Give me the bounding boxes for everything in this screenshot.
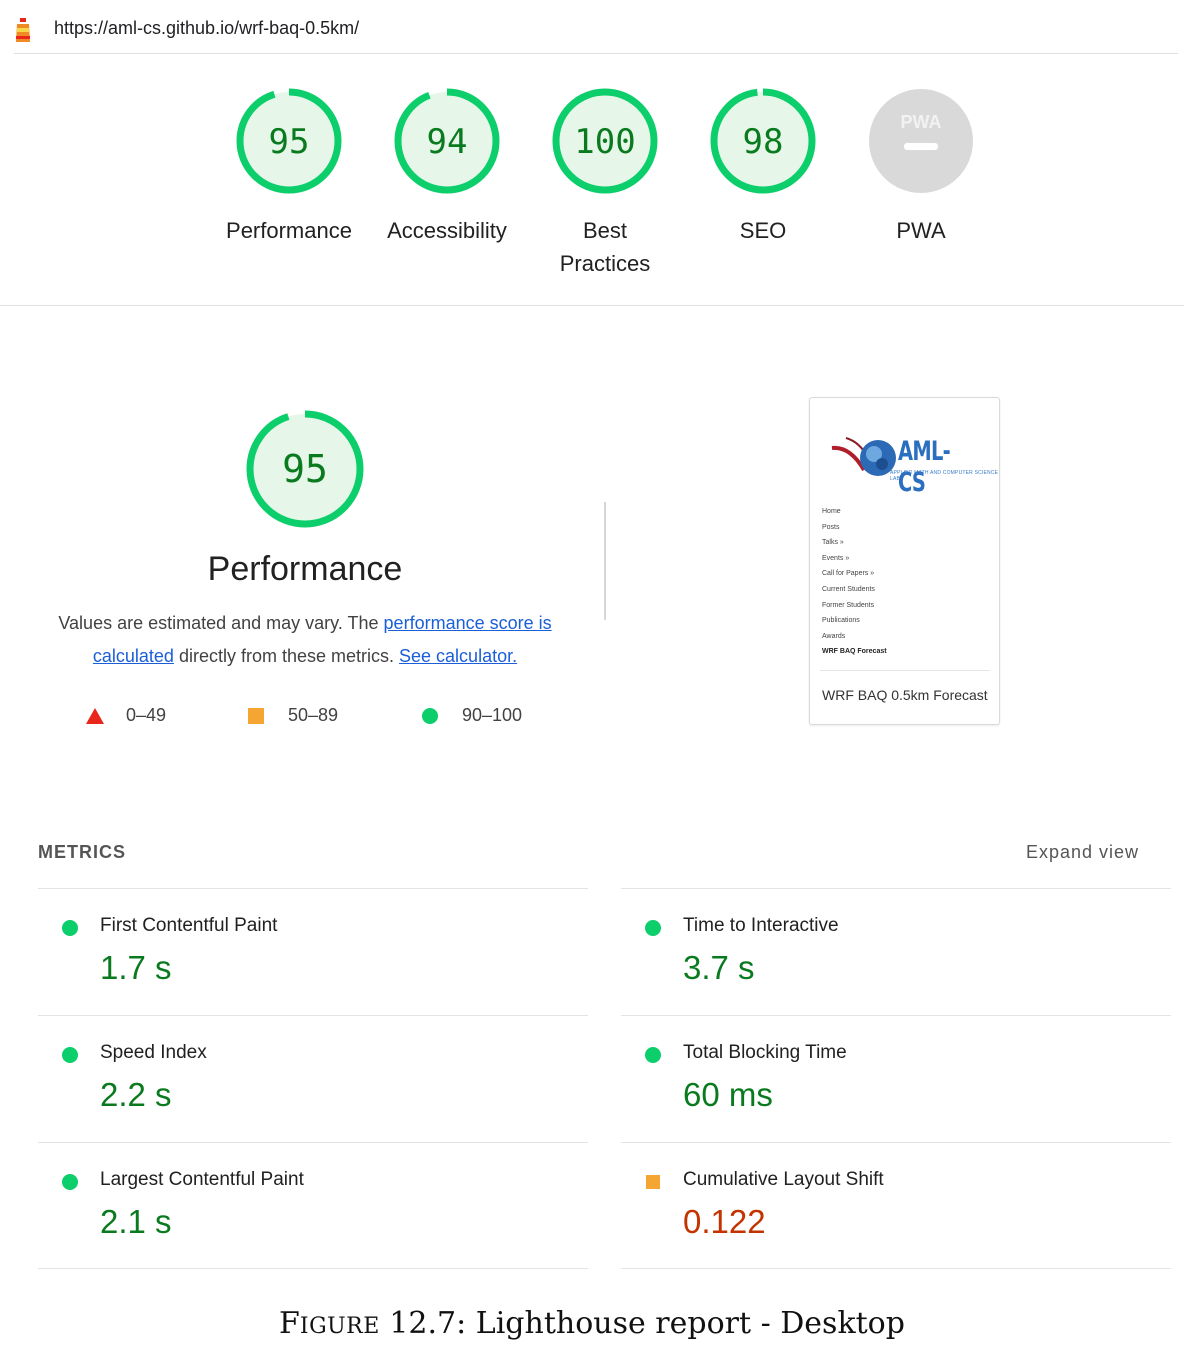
gauge-performance[interactable]: 95 Performance — [209, 86, 369, 247]
figure-caption: FIGURE 12.7: Lighthouse report - Desktop — [0, 1306, 1184, 1341]
thumb-nav-item: Call for Papers » — [822, 570, 875, 578]
gauge-label: Best Practices — [559, 218, 651, 276]
metric-lcp: Largest Contentful Paint 2.1 s — [38, 1142, 588, 1269]
metric-label: Largest Contentful Paint — [100, 1169, 304, 1190]
metric-label: Time to Interactive — [683, 915, 839, 936]
metric-fcp: First Contentful Paint 1.7 s — [38, 888, 588, 1015]
gauge-score: 95 — [269, 122, 310, 162]
performance-section: 95 Performance Values are estimated and … — [0, 390, 1184, 740]
gauge-score: 98 — [743, 122, 784, 162]
thumb-heading: WRF BAQ 0.5km Forecast — [822, 687, 988, 703]
legend-pass: 90–100 — [422, 705, 522, 726]
thumb-nav-item: Current Students — [822, 585, 875, 593]
triangle-icon — [86, 708, 104, 724]
legend-average: 50–89 — [248, 705, 338, 726]
thumb-nav-item: Talks » — [822, 539, 844, 547]
lighthouse-icon — [16, 18, 30, 42]
gauge-pwa[interactable]: PWA PWA — [841, 86, 1001, 247]
average-square-icon — [646, 1175, 660, 1189]
metric-value: 2.2 s — [100, 1076, 172, 1113]
caption-smallcaps: IGURE — [299, 1314, 380, 1339]
caption-text: 12.7: Lighthouse report - Desktop — [379, 1306, 905, 1341]
gauge-seo[interactable]: 98 SEO — [683, 86, 843, 247]
performance-gauge: 95 — [246, 410, 364, 528]
gauge-label: SEO — [739, 218, 787, 243]
thumb-nav-item: Awards — [822, 632, 846, 640]
performance-score: 95 — [282, 447, 328, 491]
thumb-nav-item: WRF BAQ Forecast — [822, 648, 887, 656]
square-icon — [248, 708, 264, 724]
desc-text: directly from these metrics. — [173, 646, 400, 666]
category-gauges: 95 Performance 94 Accessibility 100 Best… — [0, 80, 1184, 306]
pass-circle-icon — [62, 1047, 78, 1063]
thumb-divider — [820, 670, 990, 671]
gauge-score: 94 — [427, 122, 468, 162]
performance-summary: 95 Performance Values are estimated and … — [40, 408, 570, 737]
performance-description: Values are estimated and may vary. The p… — [40, 607, 570, 673]
thumb-nav-item: Home — [822, 508, 841, 515]
metric-speed-index: Speed Index 2.2 s — [38, 1015, 588, 1142]
thumb-nav-item: Posts — [822, 523, 840, 531]
gauge-ring: 95 — [236, 88, 342, 194]
final-screenshot[interactable]: AML-CS APPLIED MATH AND COMPUTER SCIENCE… — [809, 397, 1000, 725]
caption-prefix: F — [279, 1306, 300, 1341]
metric-label: First Contentful Paint — [100, 915, 278, 936]
metric-label: Cumulative Layout Shift — [683, 1169, 884, 1190]
gauge-accessibility[interactable]: 94 Accessibility — [367, 86, 527, 247]
gauge-best-practices[interactable]: 100 Best Practices — [525, 86, 685, 280]
legend-label: 90–100 — [462, 705, 523, 725]
metric-label: Total Blocking Time — [683, 1042, 847, 1063]
legend-fail: 0–49 — [86, 705, 166, 726]
score-legend: 0–49 50–89 90–100 — [40, 697, 570, 737]
performance-title: Performance — [207, 550, 403, 588]
legend-label: 50–89 — [288, 705, 339, 725]
gauge-label: Accessibility — [387, 218, 507, 243]
gauge-ring: 100 — [552, 88, 658, 194]
thumb-nav-item: Publications — [822, 617, 860, 625]
pass-circle-icon — [645, 1047, 661, 1063]
gauge-score: 100 — [574, 122, 635, 162]
gauge-ring: 94 — [394, 88, 500, 194]
pwa-badge-text: PWA — [900, 112, 941, 132]
thumb-brand: AML-CS — [898, 436, 951, 498]
metrics-header: METRICS — [38, 842, 126, 862]
legend-label: 0–49 — [126, 705, 167, 725]
metric-value: 1.7 s — [100, 949, 172, 986]
metric-cls: Cumulative Layout Shift 0.122 — [621, 1142, 1171, 1269]
pass-circle-icon — [645, 920, 661, 936]
metric-label: Speed Index — [100, 1042, 207, 1063]
pass-circle-icon — [62, 1174, 78, 1190]
section-divider — [604, 502, 606, 620]
expand-view-button[interactable]: Expand view — [1026, 842, 1139, 863]
pwa-icon: PWA — [869, 89, 973, 193]
metric-value: 60 ms — [683, 1076, 773, 1113]
thumb-nav: Home Posts Talks » Events » Call for Pap… — [822, 504, 887, 660]
thumb-nav-item: Former Students — [822, 601, 875, 609]
metric-tbt: Total Blocking Time 60 ms — [621, 1015, 1171, 1142]
gauge-ring: 98 — [710, 88, 816, 194]
metric-tti: Time to Interactive 3.7 s — [621, 888, 1171, 1015]
desc-text: Values are estimated and may vary. The — [58, 613, 384, 633]
metric-value: 3.7 s — [683, 949, 755, 986]
calculator-link[interactable]: See calculator. — [399, 646, 517, 666]
thumb-nav-item: Events » — [822, 554, 850, 562]
metric-value: 2.1 s — [100, 1203, 172, 1240]
circle-icon — [422, 708, 438, 724]
metric-value: 0.122 — [683, 1203, 766, 1240]
gauge-label: PWA — [896, 218, 946, 243]
pass-circle-icon — [62, 920, 78, 936]
thumb-tagline: APPLIED MATH AND COMPUTER SCIENCE LAB — [890, 470, 999, 482]
gauge-label: Performance — [226, 218, 352, 243]
url-text: https://aml-cs.github.io/wrf-baq-0.5km/ — [54, 18, 360, 38]
url-bar[interactable]: https://aml-cs.github.io/wrf-baq-0.5km/ — [14, 0, 1178, 54]
